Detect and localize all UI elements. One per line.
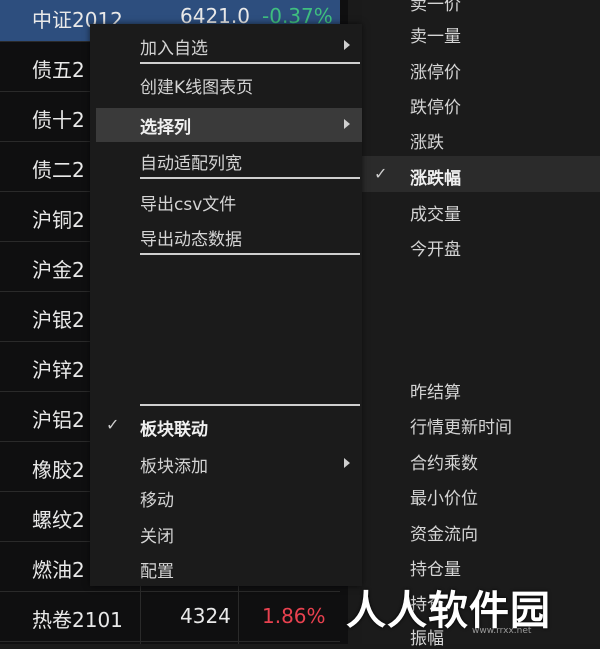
contract-name: 沪金2 <box>32 258 85 282</box>
submenu-item-multiplier[interactable]: 合约乘数 <box>410 449 478 474</box>
contract-name: 橡胶2 <box>32 458 85 482</box>
menu-item-export-csv[interactable]: 导出csv文件 <box>140 190 236 215</box>
menu-separator <box>140 177 360 179</box>
submenu-item-prev-settle[interactable]: 昨结算 <box>410 378 461 403</box>
menu-item-config[interactable]: 配置 <box>140 557 174 582</box>
contract-name: 热卷2101 <box>32 608 123 632</box>
checkmark-icon: ✓ <box>374 164 388 183</box>
contract-name: 沪银2 <box>32 308 85 332</box>
submenu-item-change-percent[interactable]: 涨跌幅 <box>410 164 461 189</box>
contract-name: 沪铜2 <box>32 208 85 232</box>
submenu-item-volume[interactable]: 成交量 <box>410 200 461 225</box>
submenu-item-fund-flow[interactable]: 资金流向 <box>410 520 478 545</box>
contract-name: 债二2 <box>32 158 85 182</box>
menu-item-select-columns[interactable]: 选择列 <box>140 113 191 138</box>
checkmark-icon: ✓ <box>106 415 120 434</box>
menu-item-auto-fit-width[interactable]: 自动适配列宽 <box>140 149 242 174</box>
submenu-item-open-interest[interactable]: 持仓量 <box>410 555 461 580</box>
menu-item-export-dynamic[interactable]: 导出动态数据 <box>140 225 242 250</box>
submenu-item-change[interactable]: 涨跌 <box>410 128 444 153</box>
menu-item-close[interactable]: 关闭 <box>140 522 174 547</box>
submenu-item-open[interactable]: 今开盘 <box>410 235 461 260</box>
contract-name: 债五2 <box>32 58 85 82</box>
menu-separator <box>140 404 360 406</box>
menu-separator <box>140 62 360 64</box>
chevron-right-icon <box>344 119 350 129</box>
contract-name: 燃油2 <box>32 558 85 582</box>
menu-separator <box>140 253 360 255</box>
contract-name: 债十2 <box>32 108 85 132</box>
context-menu: 加入自选 创建K线图表页 选择列 自动适配列宽 导出csv文件 导出动态数据 ✓… <box>90 24 362 586</box>
submenu-item-limit-down[interactable]: 跌停价 <box>410 93 461 118</box>
menu-item-add-watchlist[interactable]: 加入自选 <box>140 34 208 59</box>
change-percent: 1.86% <box>262 604 326 628</box>
submenu-item-ask-price[interactable]: 卖一价 <box>410 0 461 15</box>
menu-item-create-kline[interactable]: 创建K线图表页 <box>140 73 253 98</box>
contract-name: 沪铝2 <box>32 408 85 432</box>
submenu-item-limit-up[interactable]: 涨停价 <box>410 58 461 83</box>
watermark-url: www.rrxx.net <box>472 626 532 636</box>
menu-highlight <box>96 108 362 142</box>
menu-item-move[interactable]: 移动 <box>140 486 174 511</box>
submenu-item-update-time[interactable]: 行情更新时间 <box>410 413 512 438</box>
column-select-submenu: ✓ 卖一价 卖一量 涨停价 跌停价 涨跌 涨跌幅 成交量 今开盘 昨结算 行情更… <box>362 0 600 649</box>
menu-item-sector-link[interactable]: 板块联动 <box>140 415 208 440</box>
submenu-highlight <box>362 156 600 192</box>
contract-name: 螺纹2 <box>32 508 85 532</box>
contract-name: 沪锌2 <box>32 358 85 382</box>
last-price: 4324 <box>180 604 231 628</box>
table-row[interactable]: 热卷2101 4324 1.86% <box>0 592 340 642</box>
menu-item-sector-add[interactable]: 板块添加 <box>140 452 208 477</box>
chevron-right-icon <box>344 458 350 468</box>
submenu-item-ask-volume[interactable]: 卖一量 <box>410 22 461 47</box>
submenu-item-tick-size[interactable]: 最小价位 <box>410 484 478 509</box>
chevron-right-icon <box>344 40 350 50</box>
